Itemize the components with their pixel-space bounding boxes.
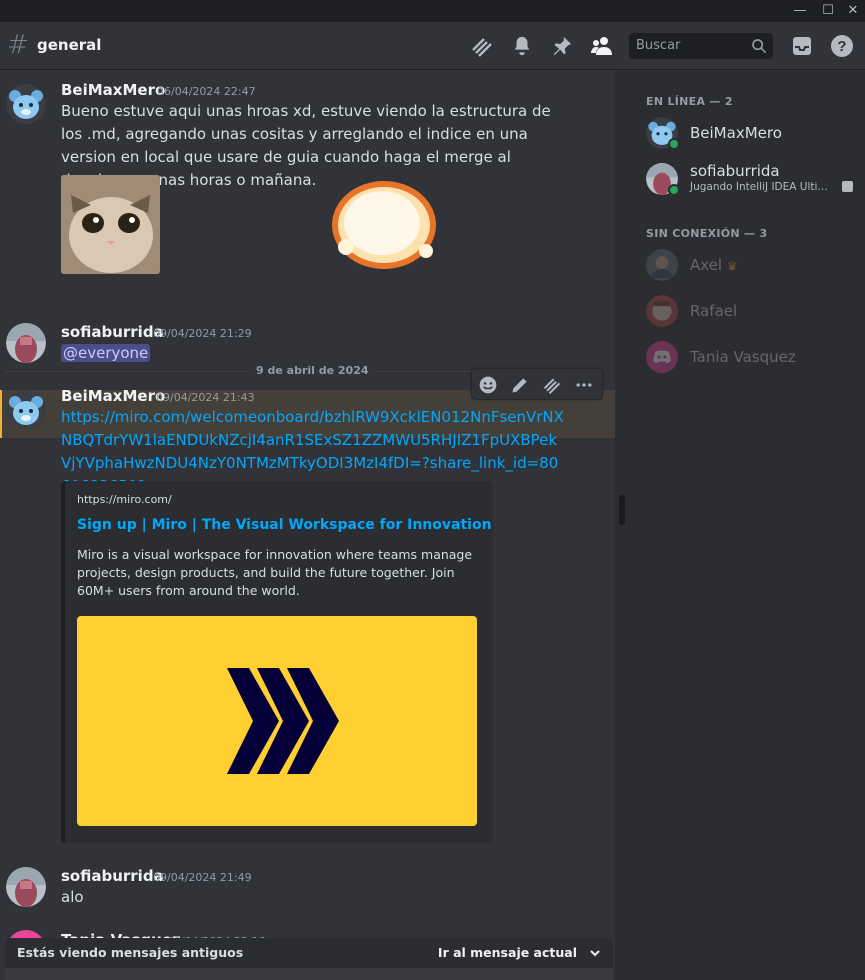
jump-to-present-button[interactable]: Ir al mensaje actual (438, 945, 577, 960)
member-item[interactable]: sofiaburrida Jugando IntelliJ IDEA Ulti… (646, 159, 856, 201)
search-input[interactable]: Buscar (629, 33, 773, 59)
inbox-icon[interactable] (788, 32, 816, 60)
message-author[interactable]: BeiMaxMero (61, 81, 165, 99)
embed-description: Miro is a visual workspace for innovatio… (77, 547, 473, 598)
message-author[interactable]: sofiaburrida (61, 867, 164, 885)
member-item[interactable]: Axel ♛ (646, 245, 856, 287)
avatar[interactable] (6, 323, 46, 363)
threads-icon[interactable] (468, 32, 496, 60)
embed-image[interactable] (77, 616, 477, 826)
window-titlebar: — ☐ ✕ (0, 0, 865, 22)
online-status-icon (668, 138, 680, 150)
explosion-sticker-image[interactable] (316, 175, 456, 274)
message-timestamp: 09/04/2024 21:43 (156, 391, 255, 404)
discord-icon (646, 341, 678, 373)
link-embed: https://miro.com/ Sign up | Miro | The V… (61, 481, 493, 843)
member-name: sofiaburrida (690, 162, 780, 180)
member-name: Rafael (690, 302, 738, 320)
pin-icon[interactable] (548, 32, 576, 60)
embed-title[interactable]: Sign up | Miro | The Visual Workspace fo… (77, 517, 492, 533)
member-list-icon[interactable] (588, 32, 616, 60)
hashtag-icon: # (7, 30, 29, 60)
online-status-icon (668, 184, 680, 196)
more-options-icon[interactable] (572, 373, 596, 397)
message-input[interactable] (5, 968, 613, 980)
message-timestamp: 06/04/2024 22:47 (157, 85, 256, 98)
message-author[interactable]: sofiaburrida (61, 323, 164, 341)
member-list: EN LÍNEA — 2 BeiMaxMero sofiaburrida Jug… (628, 71, 865, 980)
close-button[interactable]: ✕ (838, 0, 865, 22)
svg-text:?: ? (837, 38, 846, 55)
message-timestamp: 09/04/2024 21:49 (153, 871, 252, 884)
minimize-button[interactable]: — (785, 0, 815, 22)
cat-sticker-image[interactable] (61, 175, 160, 274)
edit-icon[interactable] (508, 373, 532, 397)
message-list[interactable]: BeiMaxMero 06/04/2024 22:47 Bueno estuve… (0, 71, 615, 980)
search-icon (752, 39, 767, 54)
miro-logo-icon (227, 668, 339, 774)
chat-scrollbar-track[interactable] (615, 71, 628, 980)
member-activity: Jugando IntelliJ IDEA Ulti… (690, 181, 828, 193)
message-content: alo (61, 888, 84, 906)
offline-section-header: SIN CONEXIÓN — 3 (646, 227, 768, 240)
member-item[interactable]: Tania Vasquez (646, 337, 856, 379)
avatar (646, 295, 678, 327)
old-messages-label: Estás viendo mensajes antiguos (17, 945, 244, 960)
member-name: BeiMaxMero (690, 124, 782, 142)
channel-header: # general Buscar ? (0, 22, 865, 70)
create-thread-icon[interactable] (540, 373, 564, 397)
old-messages-bar: Estás viendo mensajes antiguos Ir al men… (5, 938, 613, 968)
everyone-mention[interactable]: @everyone (61, 344, 151, 362)
chat-scrollbar-thumb[interactable] (619, 495, 625, 525)
member-name: Axel ♛ (690, 256, 738, 274)
member-name: Tania Vasquez (690, 348, 796, 366)
bell-icon[interactable] (508, 32, 536, 60)
date-divider-label: 9 de abril de 2024 (250, 364, 375, 377)
help-icon[interactable]: ? (828, 32, 856, 60)
rich-presence-icon (842, 181, 853, 192)
online-section-header: EN LÍNEA — 2 (646, 95, 733, 108)
avatar[interactable] (6, 390, 46, 430)
avatar[interactable] (6, 84, 46, 124)
crown-icon: ♛ (726, 259, 738, 273)
message-author[interactable]: BeiMaxMero (61, 387, 165, 405)
avatar[interactable] (6, 867, 46, 907)
avatar (646, 249, 678, 281)
add-reaction-icon[interactable] (476, 373, 500, 397)
embed-site[interactable]: https://miro.com/ (77, 493, 172, 506)
chevron-down-icon[interactable] (589, 947, 601, 959)
member-item[interactable]: BeiMaxMero (646, 113, 856, 155)
message-hover-toolbar (471, 368, 603, 400)
member-item[interactable]: Rafael (646, 291, 856, 333)
message-timestamp: 09/04/2024 21:29 (153, 327, 252, 340)
channel-name: general (37, 36, 102, 54)
